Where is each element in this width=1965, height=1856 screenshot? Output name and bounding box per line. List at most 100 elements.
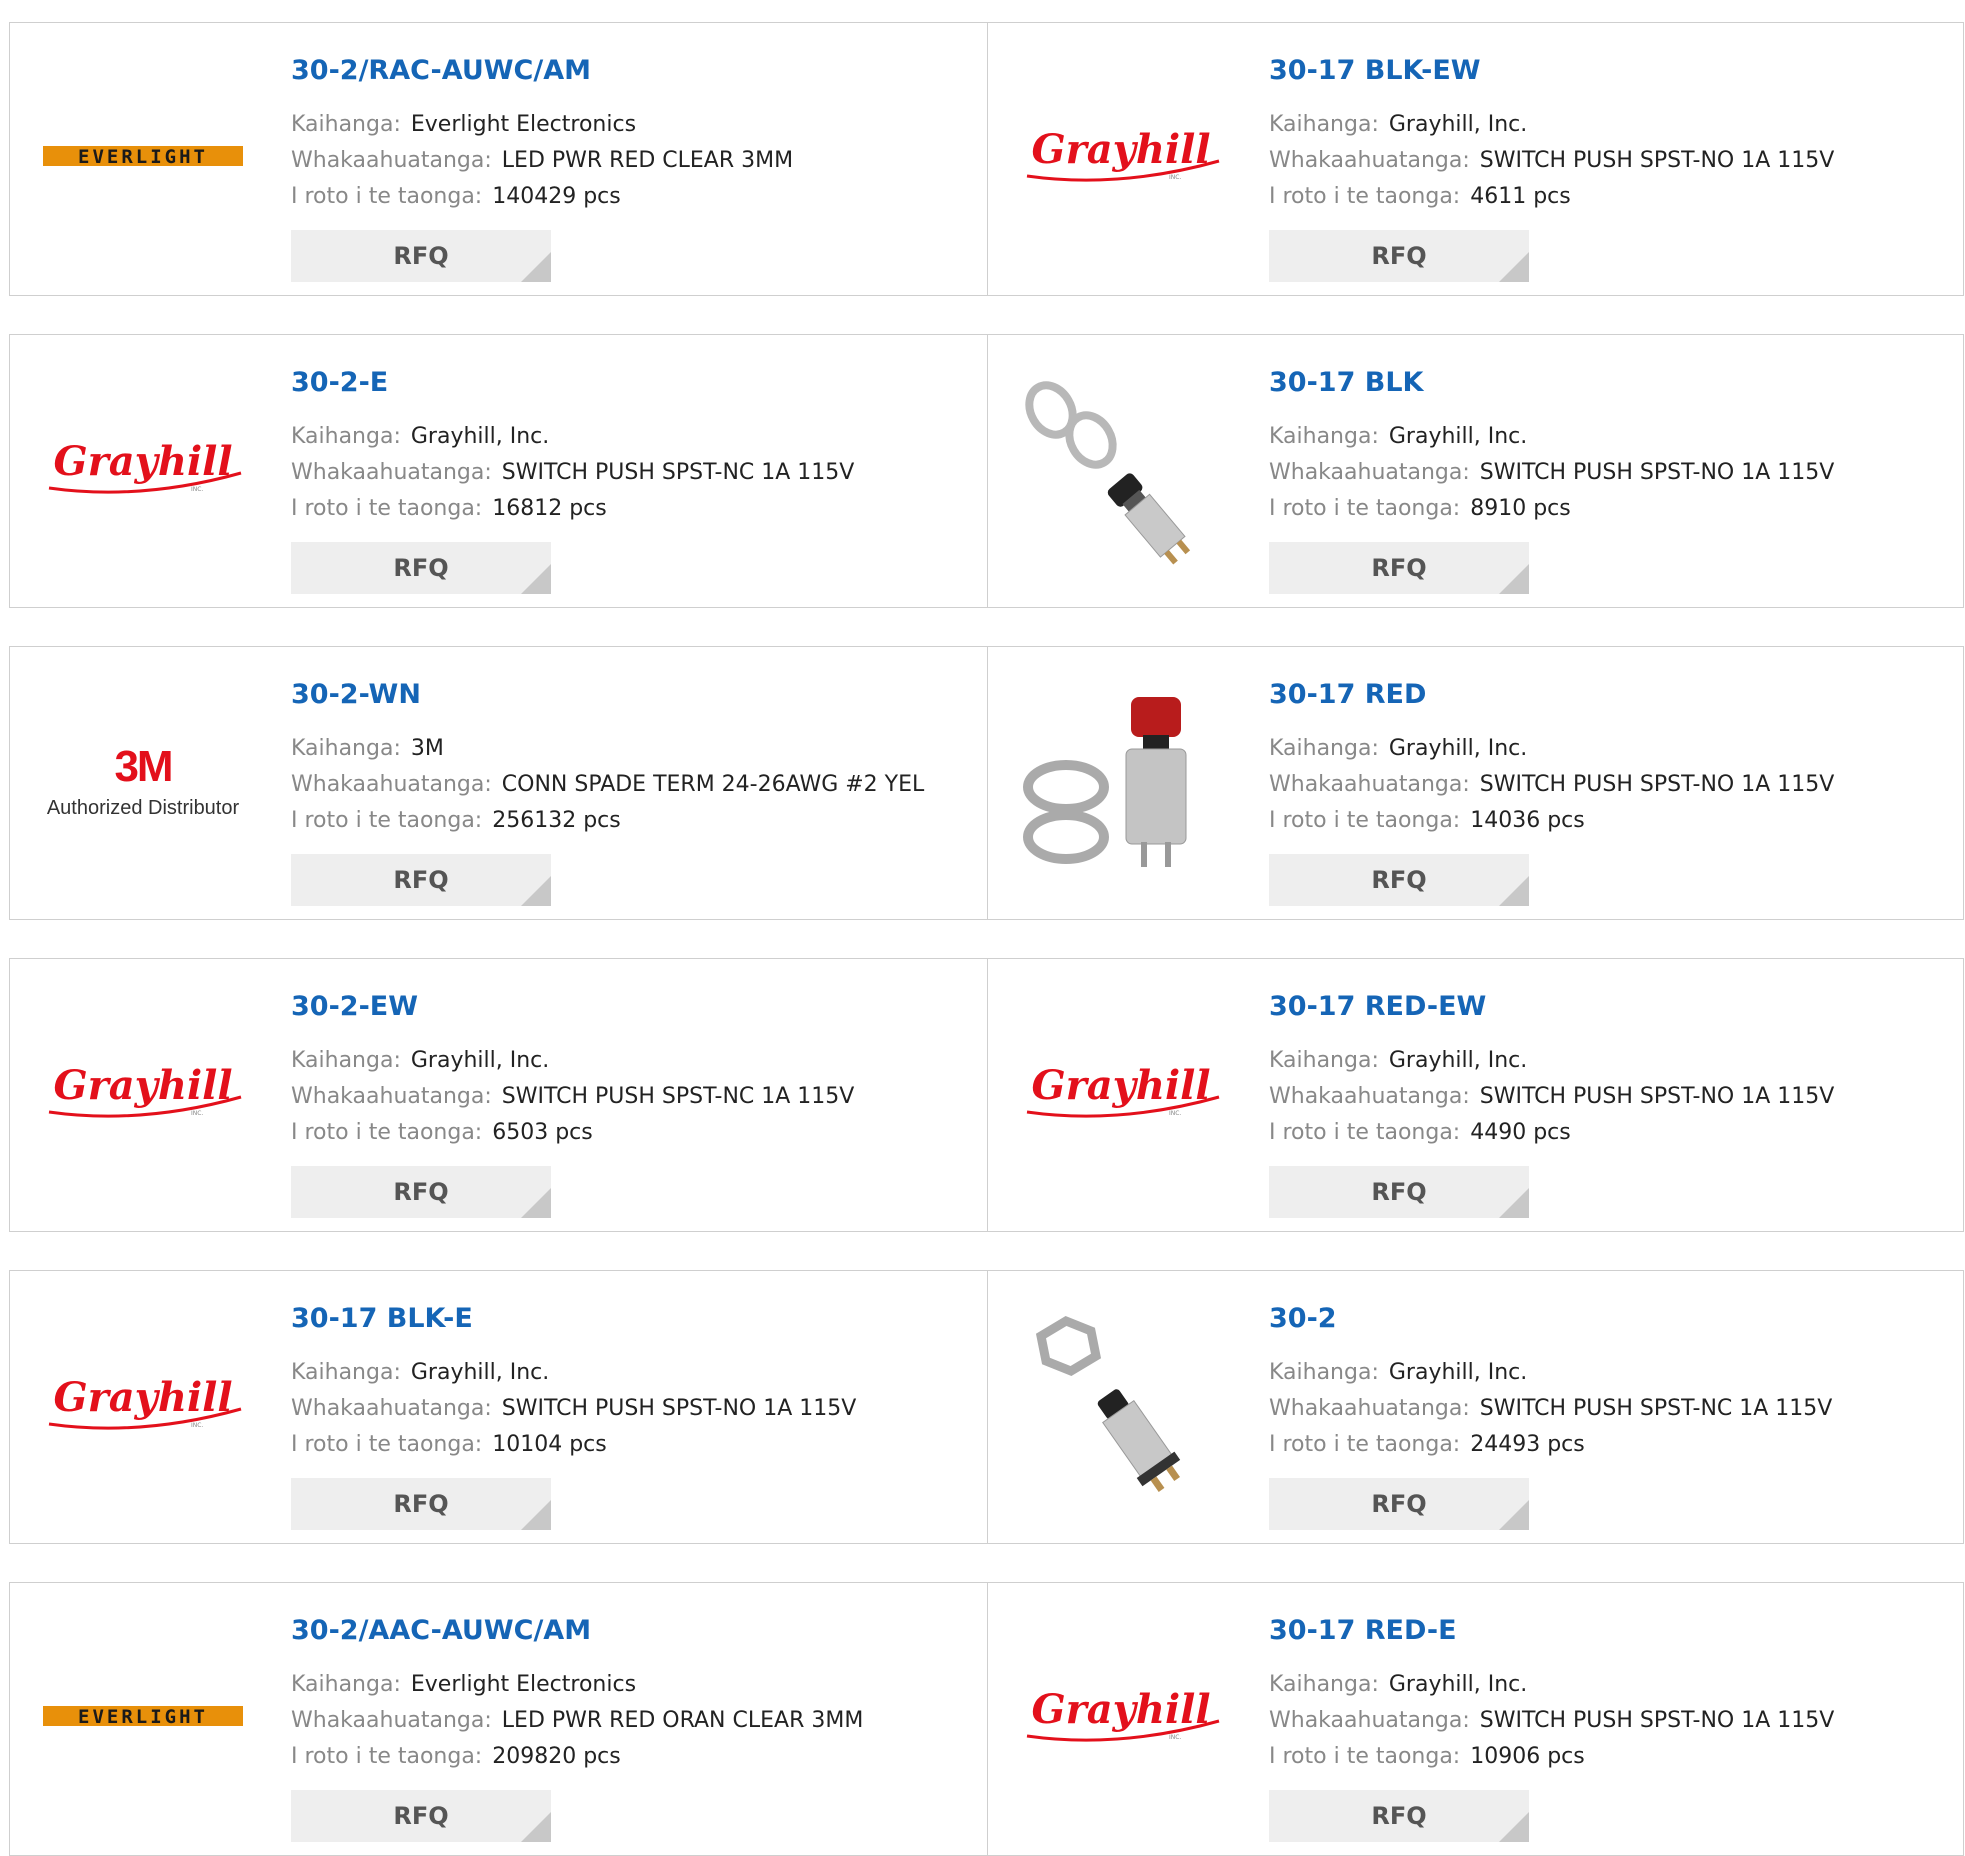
description-line: Whakaahuatanga: SWITCH PUSH SPST-NO 1A 11… bbox=[1269, 1703, 1834, 1739]
product-info: 30-2 Kaihanga: Grayhill, Inc. Whakaahuatang… bbox=[1269, 1301, 1832, 1530]
manufacturer-label: Kaihanga: bbox=[1269, 1360, 1379, 1385]
rfq-button[interactable]: RFQ bbox=[291, 854, 551, 906]
description-value: SWITCH PUSH SPST-NO 1A 115V bbox=[1479, 460, 1835, 485]
corner-triangle-icon bbox=[521, 876, 551, 906]
manufacturer-value: Grayhill, Inc. bbox=[1388, 424, 1528, 449]
product-image[interactable]: Grayhill INC. bbox=[1016, 1019, 1226, 1169]
rfq-button[interactable]: RFQ bbox=[1269, 854, 1529, 906]
rfq-label: RFQ bbox=[393, 866, 449, 894]
product-info: 30-2-E Kaihanga: Grayhill, Inc. Whakaahuata… bbox=[291, 365, 854, 594]
product-info: 30-2-EW Kaihanga: Grayhill, Inc. Whakaahuat… bbox=[291, 989, 854, 1218]
corner-triangle-icon bbox=[1499, 1812, 1529, 1842]
manufacturer-label: Kaihanga: bbox=[1269, 1048, 1379, 1073]
rfq-button[interactable]: RFQ bbox=[291, 1166, 551, 1218]
rfq-button[interactable]: RFQ bbox=[291, 1790, 551, 1842]
grayhill-logo-text: Grayhill bbox=[1031, 1062, 1210, 1109]
product-info: 30-17 RED-E Kaihanga: Grayhill, Inc. Whakaa… bbox=[1269, 1613, 1834, 1842]
description-value: SWITCH PUSH SPST-NC 1A 115V bbox=[501, 460, 855, 485]
everlight-logo-text: EVERLIGHT bbox=[78, 146, 208, 168]
description-value: SWITCH PUSH SPST-NC 1A 115V bbox=[1479, 1396, 1833, 1421]
stock-value: 16812 pcs bbox=[492, 496, 607, 521]
grayhill-logo-text: Grayhill bbox=[53, 1374, 232, 1421]
stock-value: 10104 pcs bbox=[492, 1432, 607, 1457]
part-number-link[interactable]: 30-17 RED-EW bbox=[1269, 989, 1834, 1025]
rfq-button[interactable]: RFQ bbox=[1269, 1478, 1529, 1530]
part-number-link[interactable]: 30-17 BLK bbox=[1269, 365, 1834, 401]
description-label: Whakaahuatanga: bbox=[291, 148, 492, 173]
description-line: Whakaahuatanga: SWITCH PUSH SPST-NC 1A 11… bbox=[291, 1079, 854, 1115]
stock-line: I roto i te taonga: 8910 pcs bbox=[1269, 491, 1834, 527]
rfq-button[interactable]: RFQ bbox=[1269, 1790, 1529, 1842]
manufacturer-label: Kaihanga: bbox=[291, 736, 401, 761]
rfq-button[interactable]: RFQ bbox=[291, 542, 551, 594]
part-number-link[interactable]: 30-17 RED-E bbox=[1269, 1613, 1834, 1649]
product-image[interactable]: Grayhill INC. bbox=[1016, 1643, 1226, 1793]
product-card: 30-17 RED Kaihanga: Grayhill, Inc. Whakaahu… bbox=[988, 647, 1965, 919]
description-value: SWITCH PUSH SPST-NO 1A 115V bbox=[1479, 148, 1835, 173]
description-label: Whakaahuatanga: bbox=[1269, 148, 1470, 173]
part-number-link[interactable]: 30-2/RAC-AUWC/AM bbox=[291, 53, 793, 89]
product-image[interactable]: Grayhill INC. bbox=[1016, 83, 1226, 233]
product-image[interactable]: Grayhill INC. bbox=[38, 1019, 248, 1169]
rfq-button[interactable]: RFQ bbox=[1269, 230, 1529, 282]
manufacturer-value: Everlight Electronics bbox=[410, 1672, 637, 1697]
stock-label: I roto i te taonga: bbox=[291, 496, 483, 521]
product-grid: EVERLIGHT 30-2/RAC-AUWC/AM Kaihanga: Everli… bbox=[0, 0, 1965, 1856]
part-number-link[interactable]: 30-2-EW bbox=[291, 989, 854, 1025]
stock-line: I roto i te taonga: 4611 pcs bbox=[1269, 179, 1834, 215]
stock-line: I roto i te taonga: 10104 pcs bbox=[291, 1427, 856, 1463]
manufacturer-line: Kaihanga: Grayhill, Inc. bbox=[1269, 1667, 1834, 1703]
part-number-link[interactable]: 30-17 RED bbox=[1269, 677, 1834, 713]
product-card: Grayhill INC. 30-2-E Kaihanga: Grayhill, Inc… bbox=[10, 335, 987, 607]
rfq-button[interactable]: RFQ bbox=[1269, 1166, 1529, 1218]
description-label: Whakaahuatanga: bbox=[1269, 1708, 1470, 1733]
rfq-label: RFQ bbox=[393, 1490, 449, 1518]
description-line: Whakaahuatanga: SWITCH PUSH SPST-NO 1A 11… bbox=[1269, 1079, 1834, 1115]
product-image[interactable]: Grayhill INC. bbox=[38, 1331, 248, 1481]
stock-label: I roto i te taonga: bbox=[1269, 1744, 1461, 1769]
product-image[interactable] bbox=[1016, 697, 1226, 867]
product-image[interactable]: EVERLIGHT bbox=[38, 1643, 248, 1793]
switch-red-photo bbox=[1023, 697, 1187, 867]
description-label: Whakaahuatanga: bbox=[291, 1396, 492, 1421]
corner-triangle-icon bbox=[521, 564, 551, 594]
part-number-link[interactable]: 30-17 BLK-EW bbox=[1269, 53, 1834, 89]
stock-label: I roto i te taonga: bbox=[1269, 808, 1461, 833]
description-line: Whakaahuatanga: SWITCH PUSH SPST-NO 1A 11… bbox=[291, 1391, 856, 1427]
part-number-link[interactable]: 30-17 BLK-E bbox=[291, 1301, 856, 1337]
rfq-label: RFQ bbox=[393, 242, 449, 270]
product-image[interactable]: 3M Authorized Distributor bbox=[38, 707, 248, 857]
manufacturer-line: Kaihanga: Grayhill, Inc. bbox=[1269, 1043, 1834, 1079]
rfq-button[interactable]: RFQ bbox=[291, 230, 551, 282]
product-image[interactable] bbox=[1016, 1315, 1226, 1492]
stock-label: I roto i te taonga: bbox=[291, 1120, 483, 1145]
everlight-logo: EVERLIGHT bbox=[43, 1704, 243, 1732]
grayhill-logo-sub: INC. bbox=[191, 486, 203, 493]
product-row: EVERLIGHT 30-2/AAC-AUWC/AM Kaihanga: Everli… bbox=[9, 1582, 1964, 1856]
stock-value: 24493 pcs bbox=[1470, 1432, 1585, 1457]
product-image[interactable]: Grayhill INC. bbox=[38, 395, 248, 545]
manufacturer-value: Grayhill, Inc. bbox=[1388, 1360, 1528, 1385]
description-value: SWITCH PUSH SPST-NO 1A 115V bbox=[501, 1396, 857, 1421]
part-number-link[interactable]: 30-2 bbox=[1269, 1301, 1832, 1337]
part-number-link[interactable]: 30-2-WN bbox=[291, 677, 924, 713]
rfq-button[interactable]: RFQ bbox=[1269, 542, 1529, 594]
part-number-link[interactable]: 30-2/AAC-AUWC/AM bbox=[291, 1613, 863, 1649]
product-row: Grayhill INC. 30-17 BLK-E Kaihanga: Grayhill… bbox=[9, 1270, 1964, 1544]
description-line: Whakaahuatanga: LED PWR RED CLEAR 3MM bbox=[291, 143, 793, 179]
grayhill-logo-text: Grayhill bbox=[53, 438, 232, 485]
3m-logo: 3M Authorized Distributor bbox=[47, 744, 239, 820]
manufacturer-label: Kaihanga: bbox=[291, 112, 401, 137]
rfq-button[interactable]: RFQ bbox=[291, 1478, 551, 1530]
manufacturer-line: Kaihanga: Grayhill, Inc. bbox=[1269, 731, 1834, 767]
manufacturer-value: Grayhill, Inc. bbox=[410, 424, 550, 449]
product-image[interactable] bbox=[1016, 381, 1226, 565]
rfq-label: RFQ bbox=[1371, 1178, 1427, 1206]
product-image[interactable]: EVERLIGHT bbox=[38, 83, 248, 233]
stock-value: 14036 pcs bbox=[1470, 808, 1585, 833]
description-value: LED PWR RED ORAN CLEAR 3MM bbox=[501, 1708, 864, 1733]
part-number-link[interactable]: 30-2-E bbox=[291, 365, 854, 401]
stock-line: I roto i te taonga: 4490 pcs bbox=[1269, 1115, 1834, 1151]
grayhill-logo-sub: INC. bbox=[1169, 174, 1181, 181]
manufacturer-line: Kaihanga: Grayhill, Inc. bbox=[1269, 419, 1834, 455]
